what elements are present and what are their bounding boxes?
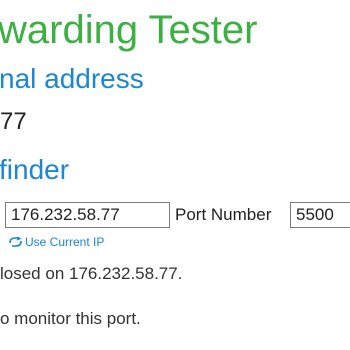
port-forwarding-tester-page: warding Tester nal address 77 finder Por… xyxy=(0,0,350,350)
external-ip-value: 77 xyxy=(0,108,27,135)
port-number-label: Port Number xyxy=(175,205,272,224)
site-title: warding Tester xyxy=(0,8,258,52)
port-finder-form: Port Number xyxy=(0,201,350,229)
refresh-arrow-icon xyxy=(9,237,22,247)
use-current-ip-link[interactable]: Use Current IP xyxy=(9,234,104,250)
port-number-input[interactable] xyxy=(290,202,350,228)
monitor-port-message: o monitor this port. xyxy=(0,309,141,328)
external-address-heading: nal address xyxy=(0,63,144,94)
use-current-ip-label: Use Current IP xyxy=(25,235,105,249)
port-finder-heading: finder xyxy=(0,154,70,185)
port-status-message: losed on 176.232.58.77. xyxy=(0,264,183,283)
ip-address-input[interactable] xyxy=(5,202,170,228)
